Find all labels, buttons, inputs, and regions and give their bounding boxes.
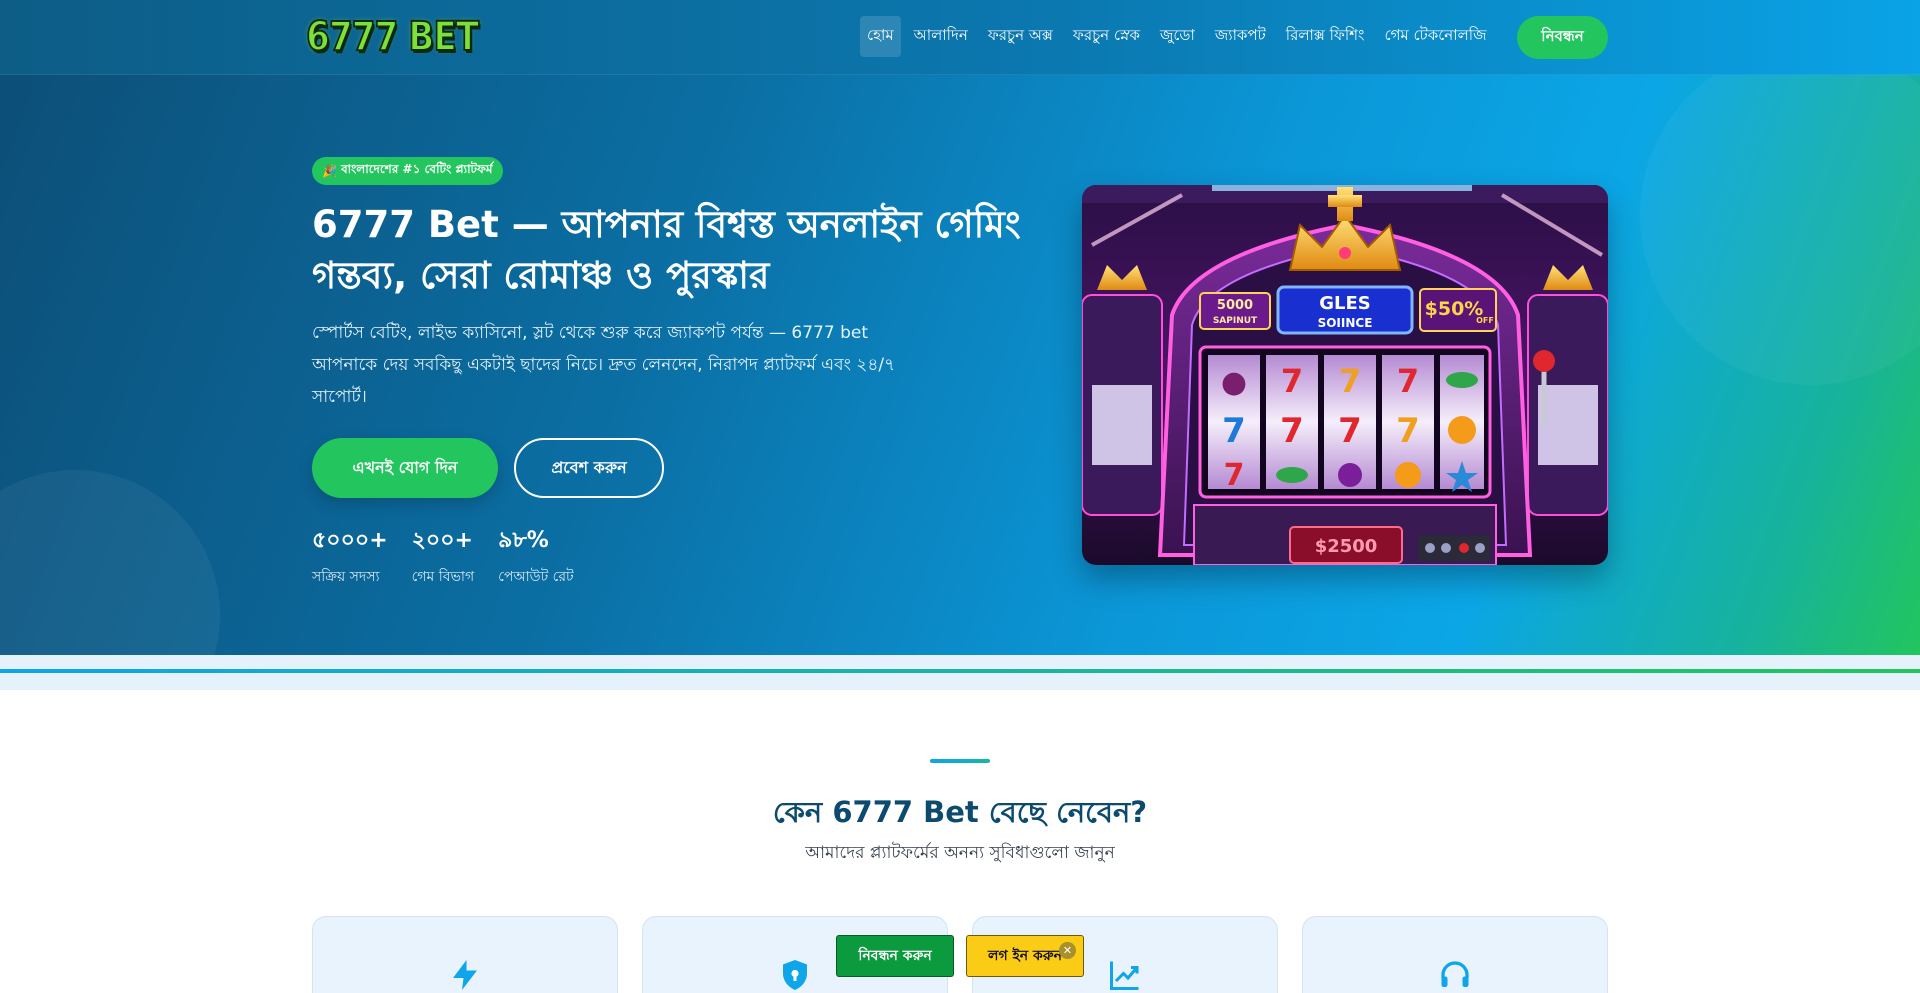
stat-payout-rate: ৯৮% পেআউট রেট — [498, 527, 574, 589]
platform-badge: 🎉 বাংলাদেশের #১ বেটিং প্ল্যাটফর্ম — [312, 157, 503, 185]
stat-label: সক্রিয় সদস্য — [312, 569, 380, 585]
stat-value: ৫০০০+ — [312, 528, 388, 553]
nav-item-game-technology[interactable]: গেম টেকনোলজি — [1378, 16, 1494, 57]
feature-card — [1302, 916, 1608, 993]
decorative-circle — [0, 470, 220, 655]
lightning-icon — [453, 960, 477, 990]
party-popper-icon: 🎉 — [322, 164, 337, 178]
enter-button[interactable]: প্রবেশ করুন — [514, 438, 664, 498]
trend-up-icon — [1110, 961, 1139, 990]
sign-left-top: 5000 — [1217, 298, 1253, 313]
svg-text:7: 7 — [1338, 411, 1362, 451]
decorative-circle — [1640, 75, 1920, 385]
sign-center-bottom: SOIINCE — [1318, 316, 1373, 330]
nav-item-relax-fishing[interactable]: রিলাক্স ফিশিং — [1279, 16, 1372, 57]
stat-game-categories: ২০০+ গেম বিভাগ — [412, 527, 475, 589]
section-divider-line — [0, 669, 1920, 673]
nav-item-home[interactable]: হোম — [860, 15, 901, 57]
feature-card — [312, 916, 618, 993]
why-section-subtitle: আমাদের প্ল্যাটফর্মের অনন্য সুবিধাগুলো জা… — [805, 843, 1115, 863]
hero-section: 🎉 বাংলাদেশের #১ বেটিং প্ল্যাটফর্ম 6777 B… — [0, 75, 1920, 655]
why-section-title: কেন 6777 Bet বেছে নেবেন? — [772, 795, 1148, 829]
jackpot-display: $2500 — [1315, 536, 1378, 557]
nav-item-fortune-snake[interactable]: ফরচুন স্নেক — [1066, 16, 1147, 57]
slot-machine-image: 5000 SAPINUT GLES SOIINCE $50% OFF ● 7 7… — [1082, 185, 1608, 565]
svg-text:7: 7 — [1222, 411, 1246, 451]
svg-text:7: 7 — [1224, 458, 1245, 493]
header-register-button[interactable]: নিবন্ধন — [1517, 16, 1608, 59]
stat-value: ২০০+ — [411, 528, 473, 553]
section-accent-bar — [930, 759, 990, 763]
shield-lock-icon — [783, 960, 807, 990]
sign-left-bottom: SAPINUT — [1213, 316, 1258, 326]
svg-text:7: 7 — [1397, 362, 1419, 400]
floating-register-button[interactable]: নিবন্ধন করুন — [836, 935, 954, 977]
stat-value: ৯৮% — [498, 528, 549, 553]
hero-description: স্পোর্টস বেটিং, লাইভ ক্যাসিনো, স্লট থেকে… — [312, 323, 896, 407]
join-now-button[interactable]: এখনই যোগ দিন — [312, 438, 498, 498]
logo-text: 6777 BET — [305, 13, 480, 61]
stat-members: ৫০০০+ সক্রিয় সদস্য — [312, 527, 388, 589]
svg-text:7: 7 — [1280, 411, 1304, 451]
badge-text: বাংলাদেশের #১ বেটিং প্ল্যাটফর্ম — [340, 162, 493, 176]
sign-right-big: $50% — [1425, 298, 1484, 320]
hero-stats: ৫০০০+ সক্রিয় সদস্য ২০০+ গেম বিভাগ ৯৮% প… — [312, 527, 574, 589]
slot-machine-illustration: 5000 SAPINUT GLES SOIINCE $50% OFF ● 7 7… — [1082, 185, 1608, 565]
close-icon[interactable]: ✕ — [1059, 942, 1076, 959]
svg-text:7: 7 — [1281, 362, 1303, 400]
sign-right-small: OFF — [1476, 316, 1494, 325]
site-header: 6777 BET হোম আলাদিন ফরচুন অক্স ফরচুন স্ন… — [0, 0, 1920, 75]
nav-item-aladdin[interactable]: আলাদিন — [907, 16, 975, 57]
nav-item-fortune-ox[interactable]: ফরচুন অক্স — [981, 16, 1060, 57]
stat-label: পেআউট রেট — [498, 569, 574, 585]
hero-title: 6777 Bet — আপনার বিশ্বস্ত অনলাইন গেমিং গ… — [312, 203, 1021, 297]
nav-item-judo[interactable]: জুডো — [1153, 16, 1202, 57]
site-logo[interactable]: 6777 BET — [305, 12, 480, 62]
svg-text:●: ● — [1221, 365, 1247, 400]
headset-icon — [1441, 961, 1469, 987]
svg-text:7: 7 — [1339, 362, 1361, 400]
nav-item-jackpot[interactable]: জ্যাকপট — [1208, 16, 1273, 57]
sign-center-top: GLES — [1319, 293, 1371, 314]
main-nav: হোম আলাদিন ফরচুন অক্স ফরচুন স্নেক জুডো জ… — [860, 15, 1500, 57]
stat-label: গেম বিভাগ — [411, 569, 475, 585]
svg-text:7: 7 — [1396, 411, 1420, 451]
